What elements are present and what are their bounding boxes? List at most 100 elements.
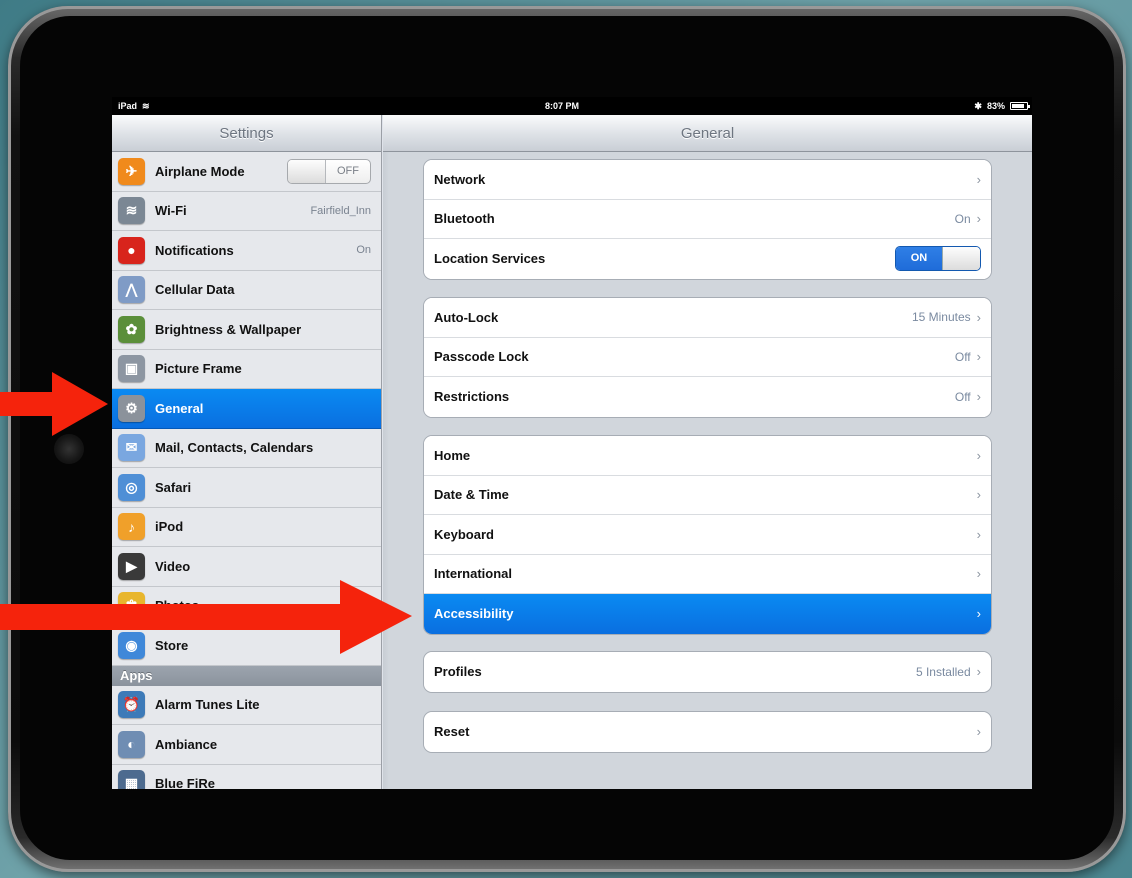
sidebar-item-value: Fairfield_Inn: [310, 204, 371, 217]
row-home[interactable]: Home ›: [424, 436, 991, 476]
sidebar-item-label: Ambiance: [155, 736, 218, 752]
sidebar-item-label: Blue FiRe: [155, 776, 215, 789]
detail-title: General: [680, 124, 735, 142]
row-value: 15 Minutes: [911, 310, 971, 325]
chevron-right-icon: ›: [976, 447, 981, 463]
sidebar-item-label: Alarm Tunes Lite: [155, 697, 260, 713]
chevron-right-icon: ›: [976, 566, 981, 582]
row-bluetooth[interactable]: Bluetooth On ›: [424, 199, 991, 239]
sidebar-item-alarm-tunes-lite[interactable]: ⏰ Alarm Tunes Lite: [112, 685, 381, 725]
row-accessibility[interactable]: Accessibility ›: [424, 594, 991, 634]
sidebar-item-picture-frame[interactable]: ▣ Picture Frame: [112, 349, 381, 389]
sidebar-item-label: Wi-Fi: [155, 203, 187, 219]
apps-section-header: Apps: [112, 665, 381, 686]
alarm-tunes-icon: ⏰: [118, 691, 145, 719]
settings-group: Home › Date & Time › Keyboard › International ›…: [423, 435, 992, 635]
sidebar-item-notifications[interactable]: ● Notifications On: [112, 231, 381, 271]
toggle-knob: [942, 247, 980, 271]
settings-group: Network › Bluetooth On › Location Services ON: [423, 159, 992, 280]
sidebar-item-label: Safari: [155, 479, 192, 495]
row-value: Off: [954, 389, 971, 404]
detail-navbar: General: [383, 115, 1032, 152]
sidebar-item-label: iPod: [155, 519, 184, 535]
sidebar-item-label: General: [155, 400, 204, 416]
row-value: Off: [954, 349, 971, 364]
mail-icon: ✉: [118, 434, 145, 462]
sidebar-item-blue-fire[interactable]: ▦ Blue FiRe: [112, 764, 381, 789]
row-label: Reset: [434, 724, 470, 740]
sidebar-item-brightness-wallpaper[interactable]: ✿ Brightness & Wallpaper: [112, 310, 381, 350]
sidebar-title: Settings: [219, 124, 274, 142]
row-auto-lock[interactable]: Auto-Lock 15 Minutes ›: [424, 298, 991, 338]
row-date-time[interactable]: Date & Time ›: [424, 475, 991, 515]
status-time: 8:07 PM: [544, 101, 579, 111]
row-restrictions[interactable]: Restrictions Off ›: [424, 377, 991, 417]
gear-icon: ⚙: [118, 394, 145, 422]
detail-pane: General Network › Bluetooth On › Location Ser…: [383, 115, 1032, 789]
sidebar-list: ✈ Airplane Mode OFF ≋ Wi-Fi Fairfield_Inn ● Not…: [112, 152, 381, 789]
sidebar-item-label: Brightness & Wallpaper: [155, 321, 302, 337]
chevron-right-icon: ›: [976, 171, 981, 187]
sidebar-item-safari[interactable]: ◎ Safari: [112, 468, 381, 508]
brightness-icon: ✿: [118, 315, 145, 343]
toggle-knob: [288, 159, 326, 183]
toggle-state: OFF: [337, 164, 359, 177]
chevron-right-icon: ›: [976, 724, 981, 740]
chevron-right-icon: ›: [976, 211, 981, 227]
sidebar-item-ipod[interactable]: ♪ iPod: [112, 507, 381, 547]
sidebar-item-mail-contacts-calendars[interactable]: ✉ Mail, Contacts, Calendars: [112, 428, 381, 468]
chevron-right-icon: ›: [976, 487, 981, 503]
picture-frame-icon: ▣: [118, 355, 145, 383]
row-international[interactable]: International ›: [424, 554, 991, 594]
settings-group: Profiles 5 Installed ›: [423, 651, 992, 693]
row-profiles[interactable]: Profiles 5 Installed ›: [424, 652, 991, 692]
row-label: International: [434, 566, 513, 582]
toggle-state: ON: [896, 247, 942, 271]
airplane-mode-toggle[interactable]: OFF: [287, 158, 371, 184]
row-label: Keyboard: [434, 526, 494, 542]
chevron-right-icon: ›: [976, 606, 981, 622]
location-services-toggle[interactable]: ON: [895, 246, 981, 272]
sidebar-item-wi-fi[interactable]: ≋ Wi-Fi Fairfield_Inn: [112, 191, 381, 231]
device-name: iPad: [118, 101, 138, 111]
row-location-services[interactable]: Location Services ON: [424, 239, 991, 279]
settings-group: Reset ›: [423, 711, 992, 753]
row-label: Passcode Lock: [434, 349, 529, 365]
sidebar-item-label: Mail, Contacts, Calendars: [155, 440, 314, 456]
chevron-right-icon: ›: [976, 349, 981, 365]
sidebar-item-label: Cellular Data: [155, 282, 235, 298]
sidebar-item-cellular-data[interactable]: ⋀ Cellular Data: [112, 270, 381, 310]
sidebar-item-ambiance[interactable]: ◐ Ambiance: [112, 725, 381, 765]
settings-sidebar: Settings ✈ Airplane Mode OFF ≋ Wi-Fi Fairfiel…: [112, 115, 382, 789]
wifi-icon: ≋: [118, 197, 145, 225]
arrow-shape: [0, 372, 108, 436]
chevron-right-icon: ›: [976, 309, 981, 325]
sidebar-item-label: Video: [155, 558, 191, 574]
sidebar-item-general[interactable]: ⚙ General: [112, 389, 381, 429]
status-bar: iPad ≋ 8:07 PM ✱ 83%: [112, 97, 1032, 115]
wifi-signal-icon: ≋: [142, 100, 150, 111]
arrow-shape: [0, 580, 412, 654]
sidebar-item-value: On: [356, 244, 371, 257]
ipod-icon: ♪: [118, 513, 145, 541]
row-reset[interactable]: Reset ›: [424, 712, 991, 752]
sidebar-item-airplane-mode[interactable]: ✈ Airplane Mode OFF: [112, 152, 381, 192]
row-label: Location Services: [434, 251, 546, 267]
row-label: Bluetooth: [434, 211, 495, 227]
row-passcode-lock[interactable]: Passcode Lock Off ›: [424, 337, 991, 377]
chevron-right-icon: ›: [976, 526, 981, 542]
battery-icon: [1009, 102, 1030, 110]
ipad-screen: iPad ≋ 8:07 PM ✱ 83% Settings ✈ Airplane …: [112, 97, 1032, 789]
bluetooth-status-icon: ✱: [974, 100, 982, 111]
row-label: Date & Time: [434, 487, 509, 503]
row-label: Accessibility: [434, 606, 514, 622]
row-label: Home: [434, 447, 471, 463]
ambiance-icon: ◐: [118, 730, 145, 758]
arrow-to-general: [0, 372, 108, 436]
row-label: Network: [434, 171, 486, 187]
row-keyboard[interactable]: Keyboard ›: [424, 515, 991, 555]
sidebar-item-label: Notifications: [155, 242, 234, 258]
row-network[interactable]: Network ›: [424, 160, 991, 200]
cellular-icon: ⋀: [118, 276, 145, 304]
chevron-right-icon: ›: [976, 389, 981, 405]
